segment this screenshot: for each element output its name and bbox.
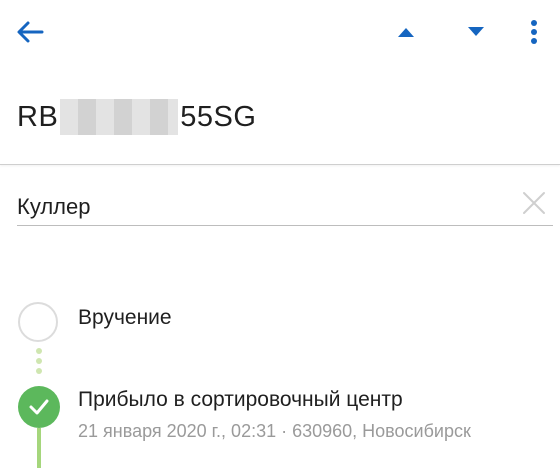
checkmark-icon bbox=[29, 399, 49, 415]
completed-step-icon bbox=[18, 386, 60, 428]
timeline-connector bbox=[36, 348, 42, 376]
redacted-block bbox=[60, 99, 179, 135]
step-label-delivery: Вручение bbox=[78, 306, 172, 329]
tracking-number: RB 55SG bbox=[17, 97, 256, 137]
close-icon[interactable] bbox=[521, 190, 547, 216]
top-app-bar: RB 55SG bbox=[0, 0, 560, 165]
back-button[interactable] bbox=[12, 14, 48, 50]
next-item-button[interactable] bbox=[460, 14, 492, 50]
arrow-left-icon bbox=[17, 21, 44, 43]
parcel-name-value[interactable]: Куллер bbox=[17, 194, 90, 220]
step-meta: 21 января 2020 г., 02:31 · 630960, Новос… bbox=[78, 421, 471, 441]
step-label-sorting-center: Прибыло в сортировочный центр bbox=[78, 388, 403, 411]
timeline-line bbox=[37, 428, 41, 468]
tracking-prefix: RB bbox=[17, 100, 59, 133]
more-vertical-icon bbox=[531, 20, 537, 44]
more-options-button[interactable] bbox=[520, 14, 548, 50]
tracking-suffix: 55SG bbox=[180, 100, 257, 133]
triangle-up-icon bbox=[398, 28, 414, 37]
pending-step-circle bbox=[18, 302, 58, 342]
previous-item-button[interactable] bbox=[390, 14, 422, 50]
triangle-down-icon bbox=[468, 27, 484, 36]
parcel-name-field[interactable]: Куллер bbox=[17, 188, 553, 226]
